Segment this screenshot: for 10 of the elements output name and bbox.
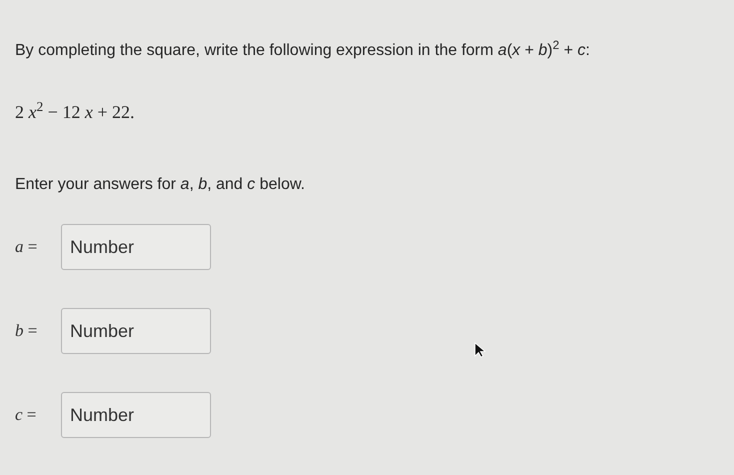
math-expression: 2 x$^{2}$ − 12 x + 22.	[15, 100, 135, 124]
variable-label: b =	[15, 320, 38, 342]
mouse-pointer-icon	[474, 342, 486, 358]
number-input-field[interactable]: Number	[61, 308, 211, 354]
instruction-text: Enter your answers for a, b, and c below.	[15, 175, 305, 195]
question-text: By completing the square, write the following expression in the form a(x + b)$^{2}$ + c:	[15, 40, 590, 61]
number-input-field[interactable]: Number	[61, 224, 211, 270]
variable-label: c =	[15, 404, 38, 426]
variable-label: a =	[15, 236, 38, 258]
number-input-field[interactable]: Number	[61, 392, 211, 438]
